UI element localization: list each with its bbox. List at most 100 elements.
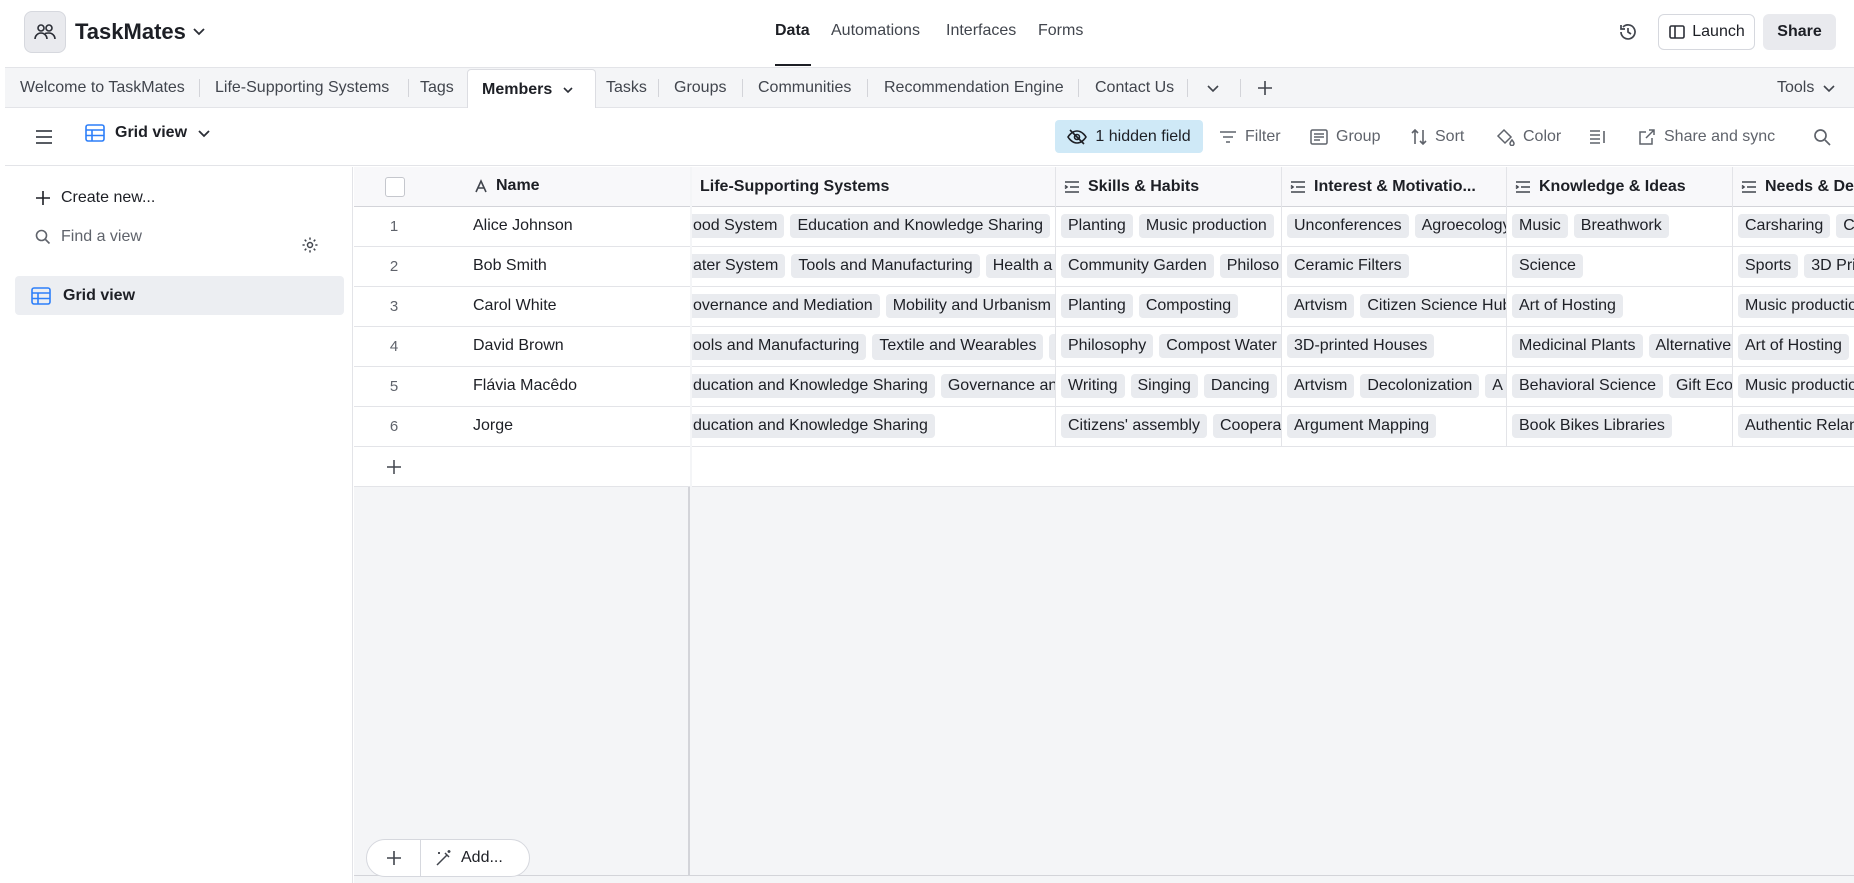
table-cell[interactable]: Unconferences Agroecology xyxy=(1282,207,1507,247)
table-cell[interactable]: Medicinal Plants Alternative xyxy=(1507,327,1733,367)
tag-pill[interactable]: Gift Econ xyxy=(1668,374,1732,398)
table-cell[interactable]: Ceramic Filters xyxy=(1282,247,1507,287)
table-row[interactable]: 1 Alice Johnson xyxy=(354,207,690,247)
tag-pill[interactable]: Science xyxy=(1512,254,1583,278)
tag-pill[interactable]: Sports xyxy=(1738,254,1799,278)
tag-pill[interactable]: Education and Knowledge Sharing xyxy=(790,214,1050,238)
table-cell[interactable]: Community Garden Philoso xyxy=(1056,247,1282,287)
table-cell[interactable]: Art of Hosting xyxy=(1733,327,1854,367)
table-cell[interactable]: CarsharingCo xyxy=(1733,207,1854,247)
color-button[interactable]: Color xyxy=(1495,121,1561,153)
column-header[interactable]: Interest & Motivatio... xyxy=(1282,167,1507,207)
view-switcher[interactable]: Grid view xyxy=(85,124,211,142)
table-cell[interactable]: ater System Tools and Manufacturing Health… xyxy=(692,247,1056,287)
add-record-row-extension[interactable] xyxy=(692,447,1854,487)
tag-pill[interactable]: Cooperat xyxy=(1212,414,1281,438)
tag-pill[interactable]: Authentic Relant xyxy=(1738,414,1854,438)
add-table-plus-icon[interactable] xyxy=(1256,68,1274,108)
sidebar-item-grid-view[interactable]: Grid view xyxy=(15,276,344,315)
tab-tags[interactable]: Tags xyxy=(420,68,454,108)
topnav-forms[interactable]: Forms xyxy=(1038,22,1083,40)
table-cell[interactable]: Planting Music production xyxy=(1056,207,1282,247)
table-cell[interactable]: Philosophy Compost Water xyxy=(1056,327,1282,367)
column-header-name[interactable]: Name xyxy=(474,177,540,195)
tab-communities[interactable]: Communities xyxy=(758,68,851,108)
table-cell[interactable]: ducation and Knowledge Sharing Governance… xyxy=(692,367,1056,407)
name-cell[interactable]: Carol White xyxy=(473,297,557,315)
tag-pill[interactable]: Writing xyxy=(1061,374,1125,398)
tag-pill[interactable]: Community Garden xyxy=(1061,254,1214,278)
table-row[interactable]: 3 Carol White xyxy=(354,287,690,327)
tag-pill[interactable]: Behavioral Science xyxy=(1512,374,1663,398)
name-cell[interactable]: David Brown xyxy=(473,337,564,355)
tag-pill[interactable]: ood System xyxy=(692,214,785,238)
tag-pill[interactable]: Textile and Wearables xyxy=(872,334,1044,360)
share-button[interactable]: Share xyxy=(1763,14,1836,50)
table-row[interactable]: 2 Bob Smith xyxy=(354,247,690,287)
add-record-button[interactable] xyxy=(367,840,421,876)
column-header[interactable]: Skills & Habits xyxy=(1056,167,1282,207)
name-cell[interactable]: Alice Johnson xyxy=(473,217,573,235)
table-cell[interactable]: overnance and Mediation Mobility and Urba… xyxy=(692,287,1056,327)
tag-pill[interactable]: Health a xyxy=(985,254,1055,278)
tag-pill[interactable]: Ceramic Filters xyxy=(1287,254,1409,278)
add-with-ai-button[interactable]: Add... xyxy=(421,849,503,867)
tag-pill[interactable]: Tools and Manufacturing xyxy=(791,254,980,278)
tag-pill[interactable]: ater System xyxy=(692,254,786,278)
tab-members[interactable]: Members xyxy=(467,69,596,110)
table-row[interactable]: 5 Flávia Macêdo xyxy=(354,367,690,407)
launch-button[interactable]: Launch xyxy=(1658,14,1755,50)
sort-button[interactable]: Sort xyxy=(1411,121,1464,153)
history-icon[interactable] xyxy=(1618,22,1638,42)
tag-pill[interactable]: Composting xyxy=(1138,294,1239,318)
tab-contact-us[interactable]: Contact Us xyxy=(1095,68,1174,108)
table-cell[interactable]: ools and Manufacturing Textile and Wearab… xyxy=(692,327,1056,367)
tag-pill[interactable]: 3D-printed Houses xyxy=(1287,334,1435,358)
table-cell[interactable]: Art of Hosting xyxy=(1507,287,1733,327)
tag-pill[interactable]: ools and Manufacturing xyxy=(692,334,867,360)
tag-pill[interactable]: Mobility and Urbanism xyxy=(885,294,1055,318)
chevron-down-icon[interactable] xyxy=(192,24,206,38)
table-cell[interactable]: Writing Singing Dancing xyxy=(1056,367,1282,407)
tag-pill[interactable]: Music xyxy=(1512,214,1568,238)
tab-life-supporting-systems[interactable]: Life-Supporting Systems xyxy=(215,68,389,108)
tag-pill[interactable]: A xyxy=(1485,374,1506,398)
find-view-input[interactable]: Find a view xyxy=(35,228,335,246)
table-cell[interactable]: ood System Education and Knowledge Sharin… xyxy=(692,207,1056,247)
tag-pill[interactable]: ducation and Knowledge Sharing xyxy=(692,414,935,438)
search-icon[interactable] xyxy=(1813,121,1831,153)
tab-recommendation-engine[interactable]: Recommendation Engine xyxy=(884,68,1064,108)
table-cell[interactable]: Planting Composting xyxy=(1056,287,1282,327)
table-cell[interactable]: Artvism Citizen Science Hub xyxy=(1282,287,1507,327)
tag-pill[interactable]: overnance and Mediation xyxy=(692,294,880,318)
topnav-automations[interactable]: Automations xyxy=(831,22,920,40)
column-header[interactable]: Needs & Desi xyxy=(1733,167,1854,207)
share-and-sync-button[interactable]: Share and sync xyxy=(1638,121,1775,153)
tag-pill[interactable]: Governance an xyxy=(940,374,1055,398)
filter-button[interactable]: Filter xyxy=(1219,121,1281,153)
tag-pill[interactable]: Argument Mapping xyxy=(1287,414,1437,438)
name-cell[interactable]: Bob Smith xyxy=(473,257,547,275)
tag-pill[interactable]: Decolonization xyxy=(1360,374,1480,398)
row-height-icon[interactable] xyxy=(1589,121,1607,153)
table-cell[interactable]: Music productio xyxy=(1733,287,1854,327)
tag-pill[interactable]: Alternative xyxy=(1648,334,1732,358)
tag-pill[interactable]: Philosophy xyxy=(1061,334,1154,358)
table-cell[interactable]: Music Breathwork xyxy=(1507,207,1733,247)
tag-pill[interactable]: Planting xyxy=(1061,294,1133,318)
table-cell[interactable]: Argument Mapping xyxy=(1282,407,1507,447)
group-button[interactable]: Group xyxy=(1310,121,1380,153)
tag-pill[interactable]: Philoso xyxy=(1219,254,1281,278)
tag-pill[interactable]: Dancing xyxy=(1203,374,1277,398)
tag-pill[interactable]: Unconferences xyxy=(1287,214,1409,238)
tag-pill[interactable]: Music productio xyxy=(1738,294,1854,318)
tag-pill[interactable]: Singing xyxy=(1130,374,1198,398)
tab-tasks[interactable]: Tasks xyxy=(606,68,647,108)
tag-pill[interactable]: Music productio xyxy=(1738,374,1854,398)
tag-pill[interactable]: ducation and Knowledge Sharing xyxy=(692,374,935,398)
column-header[interactable]: Knowledge & Ideas xyxy=(1507,167,1733,207)
name-cell[interactable]: Jorge xyxy=(473,417,513,435)
hamburger-menu-icon[interactable] xyxy=(35,129,53,145)
tag-pill[interactable]: Co xyxy=(1836,214,1854,238)
table-cell[interactable]: 3D-printed Houses xyxy=(1282,327,1507,367)
